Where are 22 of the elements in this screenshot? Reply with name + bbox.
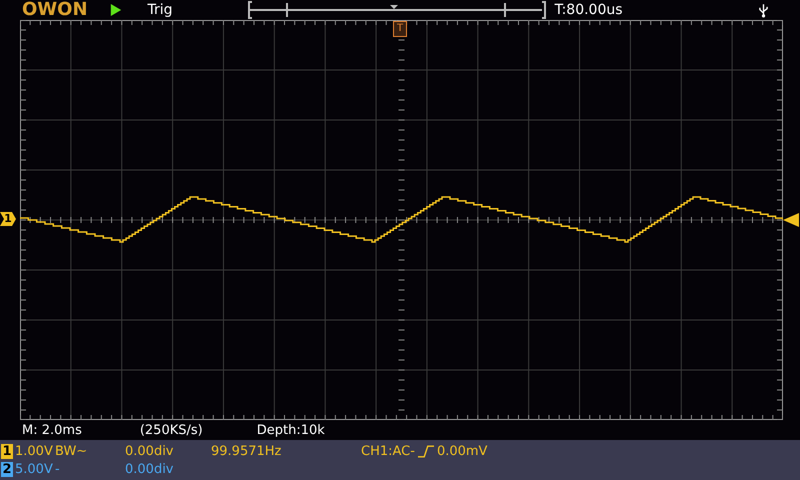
trigger-time: T:80.00us	[554, 2, 623, 18]
trigger-level: 0.00mV	[436, 444, 488, 458]
trigger-source: CH1:AC-	[361, 444, 415, 458]
trigger-marker: T	[393, 21, 407, 37]
channel-offset: 0.00div	[125, 444, 175, 458]
channel-coupling: -	[55, 462, 61, 476]
memory-depth: Depth:10k	[256, 422, 325, 438]
channel-number: 2	[1, 462, 13, 476]
frequency-reading: 99.9571Hz	[211, 444, 282, 458]
channel-scale: 5.00V	[15, 462, 54, 476]
usb-icon	[759, 2, 768, 18]
channel-offset: 0.00div	[125, 462, 175, 476]
timebase: M: 2.0ms	[22, 422, 82, 438]
channel-scale: 1.00V	[15, 444, 54, 458]
rising-edge-icon	[418, 444, 434, 458]
channel-number: 1	[1, 444, 13, 458]
channel-coupling: BW~	[55, 444, 88, 458]
trigger-level-icon	[783, 213, 799, 227]
channel-marker: 1	[0, 212, 16, 226]
sample-rate: (250KS/s)	[140, 422, 203, 438]
brand-logo: OWON	[22, 0, 88, 20]
trigger-status: Trig	[148, 2, 173, 18]
